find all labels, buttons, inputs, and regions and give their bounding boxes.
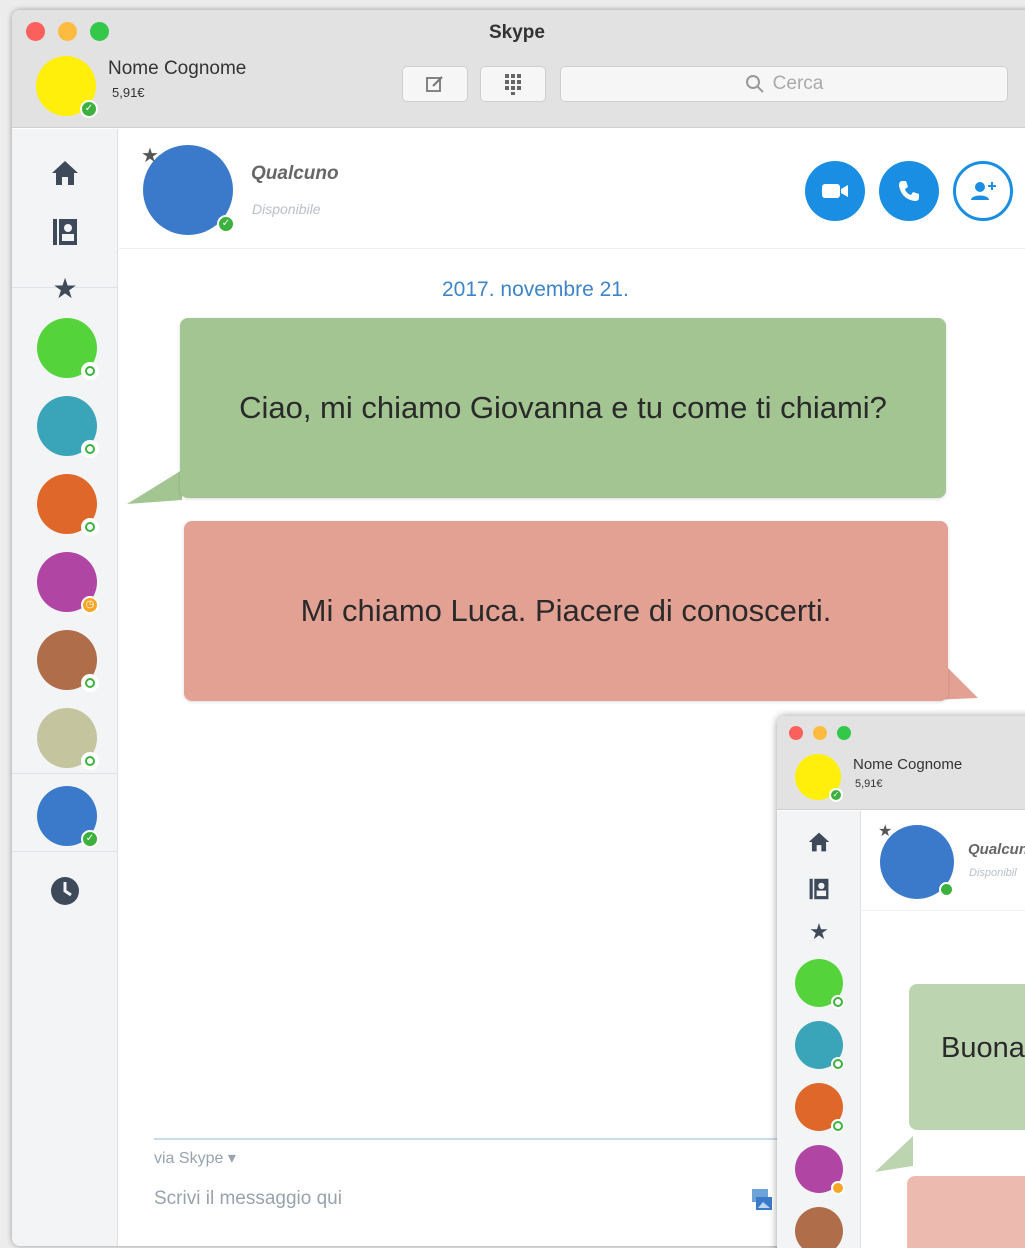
away-clock-icon: ◷ bbox=[81, 596, 99, 614]
add-contact-icon bbox=[971, 182, 996, 200]
contacts-book-icon bbox=[53, 219, 77, 245]
compose-icon bbox=[426, 76, 443, 92]
away-clock-icon bbox=[831, 1181, 845, 1195]
peer-name[interactable]: Qualcuno bbox=[251, 163, 339, 185]
clock-icon bbox=[51, 877, 79, 905]
video-call-button[interactable] bbox=[805, 161, 865, 221]
window-title: Skype bbox=[489, 22, 545, 43]
online-status-icon bbox=[81, 674, 99, 692]
contacts-button[interactable] bbox=[12, 217, 118, 247]
online-status-icon bbox=[831, 1119, 845, 1133]
sidebar-divider bbox=[12, 851, 118, 852]
compose-button[interactable] bbox=[402, 66, 468, 102]
green-bubble-tail bbox=[127, 470, 182, 504]
composer-divider bbox=[154, 1138, 854, 1140]
phone-call-button[interactable] bbox=[879, 161, 939, 221]
online-status-icon bbox=[81, 518, 99, 536]
peer-status: Disponibil bbox=[969, 867, 1017, 879]
contact-avatar-selected[interactable]: ✓ bbox=[37, 786, 99, 848]
online-status-icon: ✓ bbox=[80, 100, 98, 118]
close-window-button[interactable] bbox=[789, 726, 803, 740]
online-status-icon bbox=[831, 1057, 845, 1071]
peer-name[interactable]: Qualcun bbox=[968, 841, 1025, 858]
my-avatar[interactable]: ✓ bbox=[36, 56, 98, 118]
my-name[interactable]: Nome Cognome bbox=[108, 58, 246, 80]
sidebar: ★ ◷ ✓ bbox=[12, 129, 118, 1246]
contacts-book-icon bbox=[809, 878, 829, 900]
search-icon bbox=[745, 75, 764, 93]
contact-avatar[interactable] bbox=[37, 396, 99, 458]
contacts-button[interactable] bbox=[777, 877, 861, 901]
chat-header: ✓ ★ Qualcuno Disponibile bbox=[119, 129, 1025, 249]
my-credit: 5,91€ bbox=[855, 778, 883, 790]
online-status-icon bbox=[81, 752, 99, 770]
contact-avatar[interactable] bbox=[37, 630, 99, 692]
recent-button[interactable] bbox=[12, 875, 118, 907]
favorite-star-icon[interactable]: ★ bbox=[141, 143, 159, 168]
my-credit: 5,91€ bbox=[112, 85, 145, 100]
add-participant-button[interactable] bbox=[953, 161, 1013, 221]
attach-media-icon[interactable] bbox=[748, 1186, 776, 1214]
contact-avatar[interactable] bbox=[37, 708, 99, 770]
phone-icon bbox=[899, 181, 919, 201]
contact-avatar[interactable] bbox=[795, 1207, 843, 1248]
mini-chat-header: ★ Qualcun Disponibil bbox=[862, 811, 1025, 911]
contact-avatar[interactable] bbox=[795, 959, 845, 1009]
peer-status: Disponibile bbox=[252, 201, 321, 217]
dialpad-icon bbox=[505, 74, 521, 95]
conversation-date: 2017. novembre 21. bbox=[442, 278, 629, 301]
home-icon bbox=[52, 161, 78, 185]
send-via-selector[interactable]: via Skype ▾ bbox=[154, 1148, 236, 1168]
favorite-star-icon[interactable]: ★ bbox=[878, 821, 892, 841]
mini-title-bar: ✓ Nome Cognome 5,91€ bbox=[777, 716, 1025, 810]
sidebar-divider bbox=[12, 773, 118, 774]
contact-avatar[interactable] bbox=[795, 1021, 845, 1071]
favorites-star-icon: ★ bbox=[52, 273, 78, 304]
online-status-icon bbox=[831, 995, 845, 1009]
mini-sidebar: ★ bbox=[777, 811, 861, 1248]
favorites-star-icon: ★ bbox=[809, 919, 829, 944]
online-status-icon: ✓ bbox=[217, 215, 235, 233]
contact-avatar[interactable] bbox=[795, 1145, 845, 1195]
my-name[interactable]: Nome Cognome bbox=[853, 756, 962, 773]
contact-avatar[interactable] bbox=[37, 474, 99, 536]
screenshot-page: Skype ✓ Nome Cognome 5,91€ Cerca ★ ◷ ✓ ✓… bbox=[0, 0, 1025, 1248]
message-bubble-received[interactable]: Buona bbox=[909, 984, 1025, 1130]
online-status-icon bbox=[81, 362, 99, 380]
dialpad-button[interactable] bbox=[480, 66, 546, 102]
green-bubble-tail bbox=[875, 1136, 913, 1172]
contact-avatar[interactable] bbox=[795, 1083, 845, 1133]
video-call-icon bbox=[822, 184, 848, 198]
zoom-window-button[interactable] bbox=[837, 726, 851, 740]
online-status-icon bbox=[81, 440, 99, 458]
title-bar: Skype ✓ Nome Cognome 5,91€ Cerca bbox=[12, 10, 1025, 128]
contact-avatar[interactable]: ◷ bbox=[37, 552, 99, 614]
skype-secondary-window: ✓ Nome Cognome 5,91€ ★ ★ Qualcun Disponi… bbox=[777, 716, 1025, 1248]
home-button[interactable] bbox=[777, 831, 861, 853]
message-input[interactable]: Scrivi il messaggio qui bbox=[154, 1188, 342, 1210]
message-bubble-sent[interactable]: Mi chiamo Luca. Piacere di conoscerti. bbox=[184, 521, 948, 701]
my-avatar[interactable]: ✓ bbox=[795, 754, 843, 802]
message-bubble-received[interactable]: Ciao, mi chiamo Giovanna e tu come ti ch… bbox=[180, 318, 946, 498]
search-input[interactable]: Cerca bbox=[560, 66, 1008, 102]
online-status-icon: ✓ bbox=[81, 830, 99, 848]
message-bubble-sent[interactable] bbox=[907, 1176, 1025, 1248]
home-icon bbox=[808, 832, 830, 852]
online-status-icon bbox=[939, 882, 954, 897]
minimize-window-button[interactable] bbox=[813, 726, 827, 740]
online-status-icon: ✓ bbox=[829, 788, 843, 802]
search-placeholder: Cerca bbox=[772, 73, 824, 94]
contact-avatar[interactable] bbox=[37, 318, 99, 380]
home-button[interactable] bbox=[12, 159, 118, 187]
